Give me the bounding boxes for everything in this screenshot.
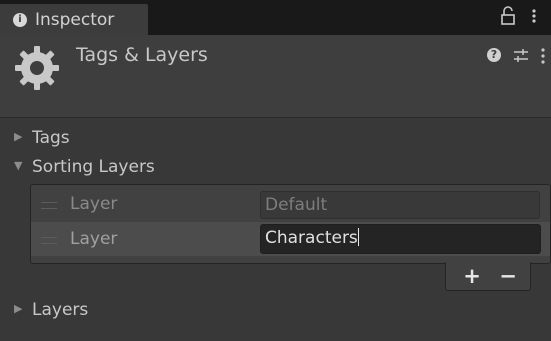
layer-label: Layer [70, 229, 118, 249]
component-title: Tags & Layers [76, 44, 208, 66]
sorting-layers-list: Layer Default Layer Characters [30, 184, 551, 264]
remove-layer-button[interactable]: − [497, 265, 519, 287]
list-footer: + − [445, 262, 531, 291]
component-header: Tags & Layers ? [0, 35, 551, 118]
info-icon: i [13, 13, 27, 27]
presets-icon[interactable] [513, 48, 529, 64]
tab-bar: i Inspector [0, 0, 551, 35]
tab-menu-kebab-icon[interactable] [530, 6, 538, 26]
layers-foldout-label: Layers [32, 300, 89, 320]
tags-foldout[interactable]: ▶ Tags [14, 128, 70, 148]
add-layer-button[interactable]: + [461, 265, 483, 287]
layer-name-text: Characters [265, 228, 358, 248]
drag-handle-icon[interactable] [41, 202, 57, 209]
layer-label: Layer [70, 194, 118, 214]
layers-foldout[interactable]: ▶ Layers [14, 300, 88, 320]
tab-inspector[interactable]: i Inspector [0, 4, 148, 35]
tab-title: Inspector [35, 10, 115, 30]
layer-name-field-default: Default [260, 191, 540, 219]
list-row-characters[interactable]: Layer Characters [31, 222, 550, 256]
sorting-layers-foldout-label: Sorting Layers [32, 157, 155, 177]
text-caret [357, 228, 359, 246]
tags-foldout-label: Tags [32, 128, 70, 148]
layer-name-field-characters[interactable]: Characters [260, 224, 541, 254]
lock-icon[interactable] [500, 6, 516, 26]
drag-handle-icon[interactable] [41, 237, 57, 244]
component-menu-kebab-icon[interactable] [540, 47, 546, 65]
help-icon[interactable]: ? [487, 48, 501, 62]
gear-icon [15, 46, 59, 90]
collapsed-arrow-icon: ▶ [14, 301, 23, 315]
expanded-arrow-icon: ▼ [14, 158, 23, 172]
collapsed-arrow-icon: ▶ [14, 129, 23, 143]
list-row-default[interactable]: Layer Default [31, 187, 550, 221]
sorting-layers-foldout[interactable]: ▼ Sorting Layers [14, 157, 155, 177]
